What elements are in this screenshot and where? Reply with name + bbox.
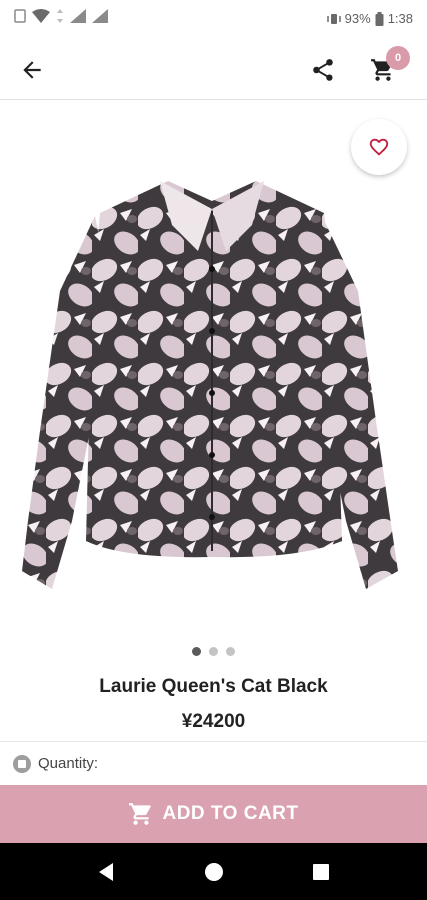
back-icon [99, 863, 113, 881]
product-name: Laurie Queen's Cat Black [99, 676, 328, 697]
status-time: 1:38 [387, 11, 413, 26]
cart-count-badge: 0 [386, 46, 410, 70]
signal-icon-2 [92, 9, 108, 23]
carousel-indicator [0, 647, 427, 656]
system-nav-bar [0, 843, 427, 900]
wifi-icon [32, 9, 50, 23]
quantity-icon [13, 754, 31, 773]
nav-recents-button[interactable] [310, 861, 332, 883]
carousel-dot[interactable] [209, 647, 218, 656]
notification-icons [14, 9, 108, 23]
add-to-cart-label: ADD TO CART [162, 803, 299, 824]
battery-percent: 93% [344, 11, 371, 26]
cart-button[interactable]: 0 [366, 46, 410, 86]
status-bar: 93% 1:38 [0, 0, 427, 38]
nav-home-button[interactable] [203, 861, 225, 883]
home-icon [205, 863, 223, 881]
product-image-carousel[interactable] [0, 101, 427, 636]
quantity-row[interactable]: Quantity: [0, 741, 427, 785]
carousel-dot[interactable] [192, 647, 201, 656]
cart-icon [129, 803, 152, 825]
add-to-cart-button[interactable]: ADD TO CART [0, 785, 427, 843]
data-arrows-icon [57, 9, 63, 23]
product-photo [22, 181, 398, 589]
status-right: 93% 1:38 [326, 11, 413, 26]
app-bar: 0 [0, 38, 427, 100]
product-price: ¥24200 [181, 711, 246, 732]
vibrate-icon [326, 13, 341, 24]
back-button[interactable] [16, 54, 48, 86]
heart-icon [369, 138, 389, 156]
notification-icon [14, 9, 26, 23]
back-arrow-icon [23, 61, 41, 79]
carousel-dot[interactable] [226, 647, 235, 656]
nav-back-button[interactable] [95, 861, 117, 883]
share-icon [313, 59, 333, 81]
favorite-button[interactable] [351, 119, 407, 175]
battery-icon [375, 11, 384, 26]
recents-icon [313, 864, 329, 880]
quantity-label: Quantity: [38, 755, 99, 772]
signal-icon [70, 9, 86, 23]
share-button[interactable] [307, 54, 339, 86]
